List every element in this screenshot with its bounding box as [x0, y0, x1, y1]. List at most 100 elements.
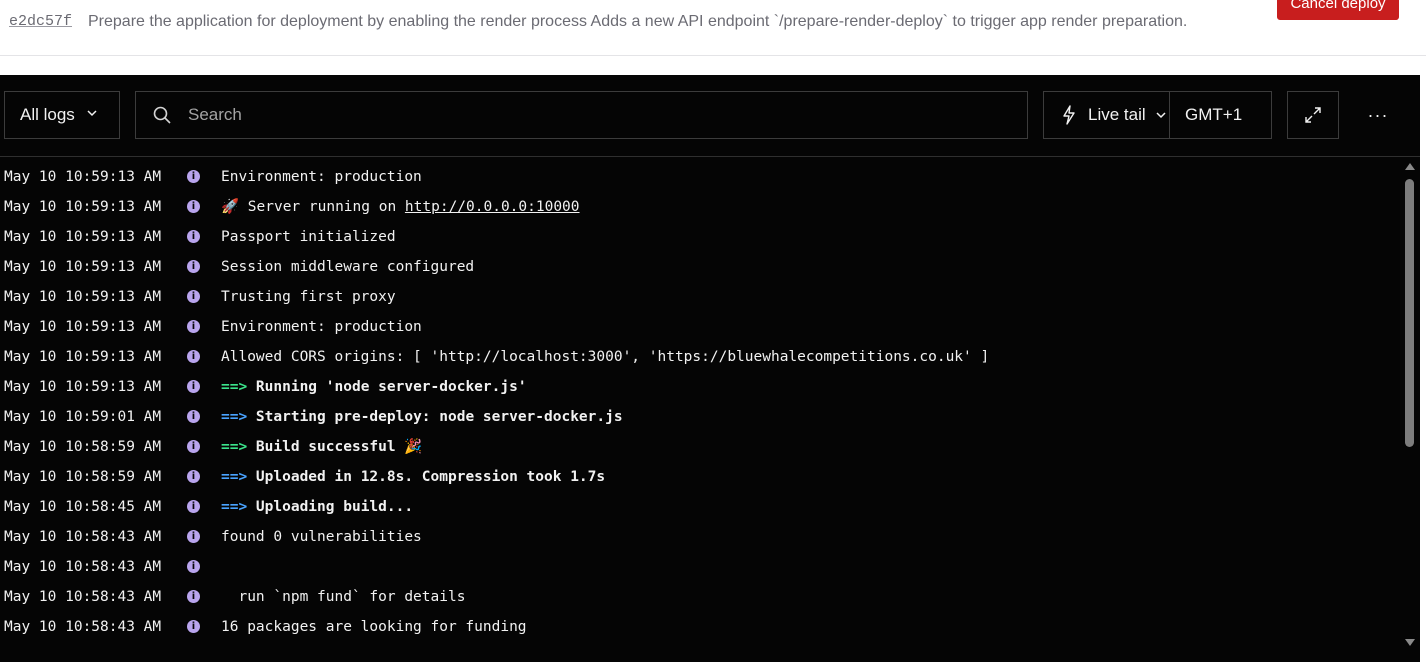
- log-arrow-prefix: ==>: [221, 469, 248, 485]
- info-icon: i: [187, 410, 200, 423]
- search-field[interactable]: [135, 91, 1028, 139]
- log-message-text: Uploading build...: [247, 499, 414, 515]
- info-icon: i: [187, 200, 200, 213]
- log-timestamp: May 10 10:58:43 AM: [4, 529, 162, 545]
- log-timestamp: May 10 10:58:43 AM: [4, 589, 162, 605]
- info-icon: i: [187, 440, 200, 453]
- log-message-text: Allowed CORS origins: [ 'http://localhos…: [221, 349, 990, 365]
- info-icon: i: [187, 590, 200, 603]
- log-message-text: Environment: production: [221, 319, 422, 335]
- search-icon: [152, 105, 172, 125]
- log-message-text: found 0 vulnerabilities: [221, 529, 422, 545]
- log-message-text: Running 'node server-docker.js': [247, 379, 527, 395]
- live-tail-label: Live tail: [1088, 105, 1146, 124]
- log-message-text: Session middleware configured: [221, 259, 475, 275]
- log-timestamp: May 10 10:59:13 AM: [4, 229, 162, 245]
- more-options-button[interactable]: ···: [1358, 91, 1398, 139]
- log-message: Environment: production: [221, 162, 422, 192]
- log-timestamp: May 10 10:59:13 AM: [4, 259, 162, 275]
- deploy-header: e2dc57f Prepare the application for depl…: [0, 0, 1426, 56]
- log-timestamp: May 10 10:59:13 AM: [4, 349, 162, 365]
- log-message-text: 16 packages are looking for funding: [221, 619, 527, 635]
- log-message: ==> Build successful 🎉: [221, 432, 422, 462]
- log-message: Passport initialized: [221, 222, 396, 252]
- info-icon: i: [187, 320, 200, 333]
- log-scrollbar[interactable]: [1404, 163, 1416, 648]
- info-icon: i: [187, 290, 200, 303]
- log-row: May 10 10:59:13 AM i Trusting first proxy: [0, 282, 1400, 312]
- log-message-text: Trusting first proxy: [221, 289, 396, 305]
- log-message: ==> Uploading build...: [221, 492, 413, 522]
- log-arrow-prefix: ==>: [221, 379, 248, 395]
- log-message: 🚀 Server running on http://0.0.0.0:10000: [221, 192, 580, 222]
- chevron-down-icon: [1154, 108, 1168, 122]
- log-row: May 10 10:58:45 AM i ==> Uploading build..…: [0, 492, 1400, 522]
- log-timestamp: May 10 10:59:13 AM: [4, 319, 162, 335]
- log-message-text: Build successful 🎉: [247, 439, 423, 455]
- log-row: May 10 10:59:13 AM i ==> Running 'node ser…: [0, 372, 1400, 402]
- log-message: Trusting first proxy: [221, 282, 396, 312]
- commit-message: Prepare the application for deployment b…: [88, 13, 1188, 30]
- log-message: ==> Starting pre-deploy: node server-doc…: [221, 402, 623, 432]
- chevron-down-icon: [85, 105, 99, 125]
- log-timestamp: May 10 10:59:13 AM: [4, 169, 162, 185]
- scroll-up-arrow-icon[interactable]: [1405, 163, 1415, 170]
- info-icon: i: [187, 470, 200, 483]
- log-row: May 10 10:58:43 AM i found 0 vulnerabiliti…: [0, 522, 1400, 552]
- info-icon: i: [187, 350, 200, 363]
- log-message: found 0 vulnerabilities: [221, 522, 422, 552]
- log-message-text: run `npm fund` for details: [221, 589, 466, 605]
- info-icon: i: [187, 170, 200, 183]
- search-input[interactable]: [186, 104, 1010, 126]
- log-row: May 10 10:58:59 AM i ==> Build successful …: [0, 432, 1400, 462]
- info-icon: i: [187, 620, 200, 633]
- lightning-bolt-icon: [1062, 105, 1076, 125]
- info-icon: i: [187, 230, 200, 243]
- log-row: May 10 10:59:13 AM i Environment: producti…: [0, 162, 1400, 192]
- scroll-down-arrow-icon[interactable]: [1405, 639, 1415, 646]
- log-filter-dropdown[interactable]: All logs: [4, 91, 120, 139]
- log-filter-label: All logs: [20, 105, 75, 124]
- log-row: May 10 10:58:43 AM i 16 packages are looki…: [0, 612, 1400, 642]
- log-message: Allowed CORS origins: [ 'http://localhos…: [221, 342, 989, 372]
- log-row: May 10 10:59:13 AM i Environment: producti…: [0, 312, 1400, 342]
- log-timestamp: May 10 10:58:43 AM: [4, 559, 162, 575]
- log-message: Session middleware configured: [221, 252, 474, 282]
- info-icon: i: [187, 380, 200, 393]
- scroll-thumb[interactable]: [1405, 179, 1414, 447]
- info-icon: i: [187, 500, 200, 513]
- log-row: May 10 10:58:43 AM i run `npm fund` for d…: [0, 582, 1400, 612]
- log-timestamp: May 10 10:59:13 AM: [4, 379, 162, 395]
- log-message-text: 🚀 Server running on: [221, 199, 405, 215]
- log-message-text: Uploaded in 12.8s. Compression took 1.7s: [247, 469, 606, 485]
- log-row: May 10 10:59:13 AM i 🚀 Server running on h…: [0, 192, 1400, 222]
- log-timestamp: May 10 10:58:43 AM: [4, 619, 162, 635]
- log-message-text: Environment: production: [221, 169, 422, 185]
- cancel-deploy-button[interactable]: Cancel deploy: [1277, 0, 1399, 20]
- timezone-selector[interactable]: GMT+1: [1170, 105, 1242, 125]
- expand-icon: [1303, 105, 1323, 125]
- log-message: ==> Uploaded in 12.8s. Compression took …: [221, 462, 605, 492]
- expand-button[interactable]: [1287, 91, 1339, 139]
- log-message: ==> Running 'node server-docker.js': [221, 372, 527, 402]
- log-timestamp: May 10 10:58:59 AM: [4, 469, 162, 485]
- log-message: 16 packages are looking for funding: [221, 612, 527, 642]
- log-message-text: Passport initialized: [221, 229, 396, 245]
- log-timestamp: May 10 10:59:13 AM: [4, 289, 162, 305]
- live-tail-dropdown[interactable]: Live tail: [1044, 92, 1170, 138]
- info-icon: i: [187, 560, 200, 573]
- log-link[interactable]: http://0.0.0.0:10000: [405, 199, 580, 215]
- log-toolbar: All logs Live tail GMT+1: [0, 75, 1420, 157]
- log-message: Environment: production: [221, 312, 422, 342]
- log-row: May 10 10:58:43 AM i: [0, 552, 1400, 582]
- log-arrow-prefix: ==>: [221, 409, 248, 425]
- commit-hash-link[interactable]: e2dc57f: [9, 13, 72, 30]
- log-list: May 10 10:59:13 AM i Environment: producti…: [0, 162, 1400, 642]
- live-tail-group: Live tail GMT+1: [1043, 91, 1272, 139]
- log-timestamp: May 10 10:59:01 AM: [4, 409, 162, 425]
- log-message-text: Starting pre-deploy: node server-docker.…: [247, 409, 623, 425]
- log-arrow-prefix: ==>: [221, 439, 248, 455]
- log-timestamp: May 10 10:58:45 AM: [4, 499, 162, 515]
- log-row: May 10 10:59:13 AM i Passport initialized: [0, 222, 1400, 252]
- log-row: May 10 10:59:13 AM i Session middleware co…: [0, 252, 1400, 282]
